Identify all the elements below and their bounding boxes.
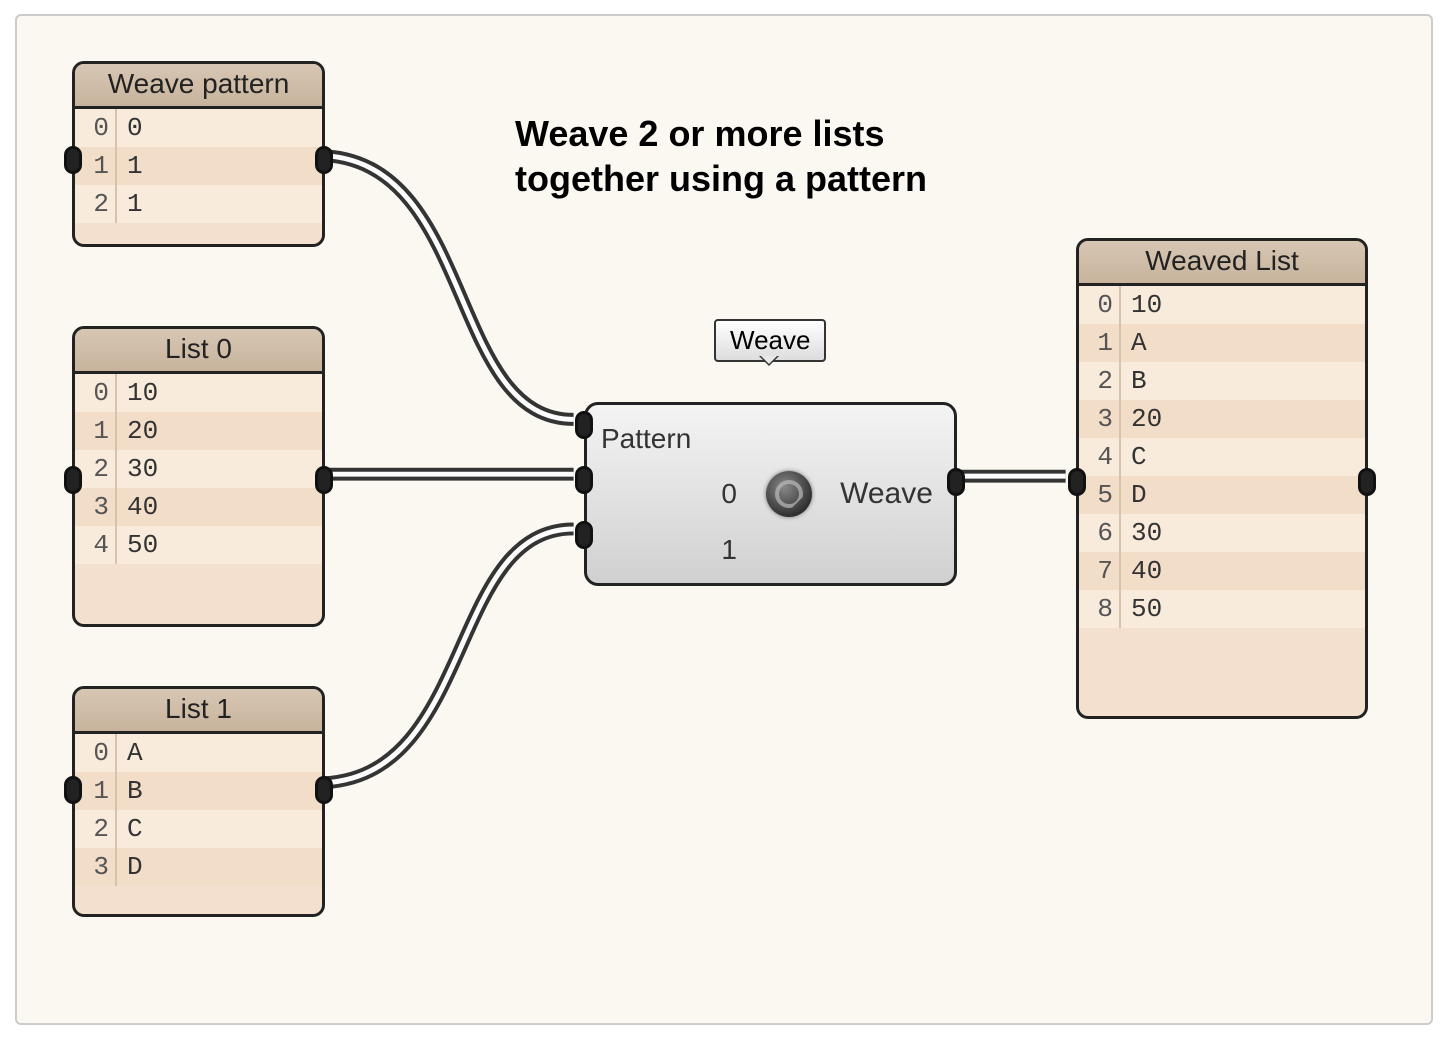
input-grip[interactable] bbox=[575, 466, 593, 494]
table-row: 2C bbox=[75, 810, 322, 848]
input-grip[interactable] bbox=[575, 411, 593, 439]
row-index: 4 bbox=[75, 526, 117, 564]
panel-list-1[interactable]: List 1 0A1B2C3D bbox=[72, 686, 325, 917]
row-index: 7 bbox=[1079, 552, 1121, 590]
row-value: 20 bbox=[117, 412, 158, 450]
row-value: 30 bbox=[1121, 514, 1162, 552]
row-index: 1 bbox=[1079, 324, 1121, 362]
node-tooltip: Weave bbox=[714, 319, 826, 362]
panel-list-0[interactable]: List 0 010120230340450 bbox=[72, 326, 325, 627]
output-grip[interactable] bbox=[947, 468, 965, 496]
row-index: 3 bbox=[1079, 400, 1121, 438]
row-index: 4 bbox=[1079, 438, 1121, 476]
node-icon-cell bbox=[759, 405, 819, 583]
row-index: 8 bbox=[1079, 590, 1121, 628]
diagram-canvas: Weave 2 or more liststogether using a pa… bbox=[15, 14, 1433, 1025]
table-row: 2B bbox=[1079, 362, 1365, 400]
row-value: D bbox=[1121, 476, 1147, 514]
panel-rows: 0101A2B3204C5D630740850 bbox=[1079, 286, 1365, 628]
diagram-title: Weave 2 or more liststogether using a pa… bbox=[515, 111, 927, 201]
row-value: 0 bbox=[117, 109, 143, 147]
table-row: 340 bbox=[75, 488, 322, 526]
row-index: 2 bbox=[75, 185, 117, 223]
row-value: 50 bbox=[117, 526, 158, 564]
row-value: 50 bbox=[1121, 590, 1162, 628]
table-row: 850 bbox=[1079, 590, 1365, 628]
row-value: 10 bbox=[1121, 286, 1162, 324]
output-grip[interactable] bbox=[315, 776, 333, 804]
panel-rows: 010120230340450 bbox=[75, 374, 322, 564]
output-grip[interactable] bbox=[315, 466, 333, 494]
row-value: C bbox=[1121, 438, 1147, 476]
row-index: 0 bbox=[75, 109, 117, 147]
table-row: 4C bbox=[1079, 438, 1365, 476]
row-index: 1 bbox=[75, 412, 117, 450]
node-input-pattern[interactable]: Pattern bbox=[601, 422, 751, 456]
row-value: 30 bbox=[117, 450, 158, 488]
row-index: 2 bbox=[1079, 362, 1121, 400]
node-input-0[interactable]: 0 bbox=[601, 477, 751, 511]
row-value: A bbox=[117, 734, 143, 772]
weave-icon bbox=[766, 471, 812, 517]
input-grip[interactable] bbox=[64, 776, 82, 804]
row-index: 3 bbox=[75, 848, 117, 886]
table-row: 21 bbox=[75, 185, 322, 223]
table-row: 740 bbox=[1079, 552, 1365, 590]
row-value: 10 bbox=[117, 374, 158, 412]
node-output-weave[interactable]: Weave bbox=[819, 405, 954, 583]
row-value: A bbox=[1121, 324, 1147, 362]
input-grip[interactable] bbox=[64, 466, 82, 494]
row-index: 0 bbox=[75, 374, 117, 412]
table-row: 450 bbox=[75, 526, 322, 564]
panel-rows: 0A1B2C3D bbox=[75, 734, 322, 886]
row-value: D bbox=[117, 848, 143, 886]
row-value: B bbox=[117, 772, 143, 810]
node-inputs: Pattern 0 1 bbox=[587, 405, 759, 583]
panel-header: List 0 bbox=[75, 329, 322, 374]
node-input-1[interactable]: 1 bbox=[601, 533, 751, 567]
table-row: 010 bbox=[1079, 286, 1365, 324]
row-index: 6 bbox=[1079, 514, 1121, 552]
row-value: 1 bbox=[117, 147, 143, 185]
table-row: 010 bbox=[75, 374, 322, 412]
table-row: 5D bbox=[1079, 476, 1365, 514]
row-value: 20 bbox=[1121, 400, 1162, 438]
panel-rows: 001121 bbox=[75, 109, 322, 223]
row-value: B bbox=[1121, 362, 1147, 400]
row-index: 0 bbox=[75, 734, 117, 772]
row-value: 1 bbox=[117, 185, 143, 223]
table-row: 3D bbox=[75, 848, 322, 886]
row-value: 40 bbox=[1121, 552, 1162, 590]
row-index: 3 bbox=[75, 488, 117, 526]
input-grip[interactable] bbox=[1068, 468, 1086, 496]
panel-header: Weave pattern bbox=[75, 64, 322, 109]
table-row: 120 bbox=[75, 412, 322, 450]
panel-weaved-list[interactable]: Weaved List 0101A2B3204C5D630740850 bbox=[1076, 238, 1368, 719]
output-grip[interactable] bbox=[315, 146, 333, 174]
row-index: 0 bbox=[1079, 286, 1121, 324]
panel-header: Weaved List bbox=[1079, 241, 1365, 286]
table-row: 1B bbox=[75, 772, 322, 810]
row-value: C bbox=[117, 810, 143, 848]
panel-weave-pattern[interactable]: Weave pattern 001121 bbox=[72, 61, 325, 247]
row-value: 40 bbox=[117, 488, 158, 526]
output-grip[interactable] bbox=[1358, 468, 1376, 496]
table-row: 320 bbox=[1079, 400, 1365, 438]
row-index: 2 bbox=[75, 810, 117, 848]
panel-header: List 1 bbox=[75, 689, 322, 734]
input-grip[interactable] bbox=[575, 521, 593, 549]
weave-node[interactable]: Pattern 0 1 Weave bbox=[584, 402, 957, 586]
input-grip[interactable] bbox=[64, 146, 82, 174]
table-row: 11 bbox=[75, 147, 322, 185]
table-row: 00 bbox=[75, 109, 322, 147]
table-row: 230 bbox=[75, 450, 322, 488]
table-row: 630 bbox=[1079, 514, 1365, 552]
table-row: 0A bbox=[75, 734, 322, 772]
table-row: 1A bbox=[1079, 324, 1365, 362]
